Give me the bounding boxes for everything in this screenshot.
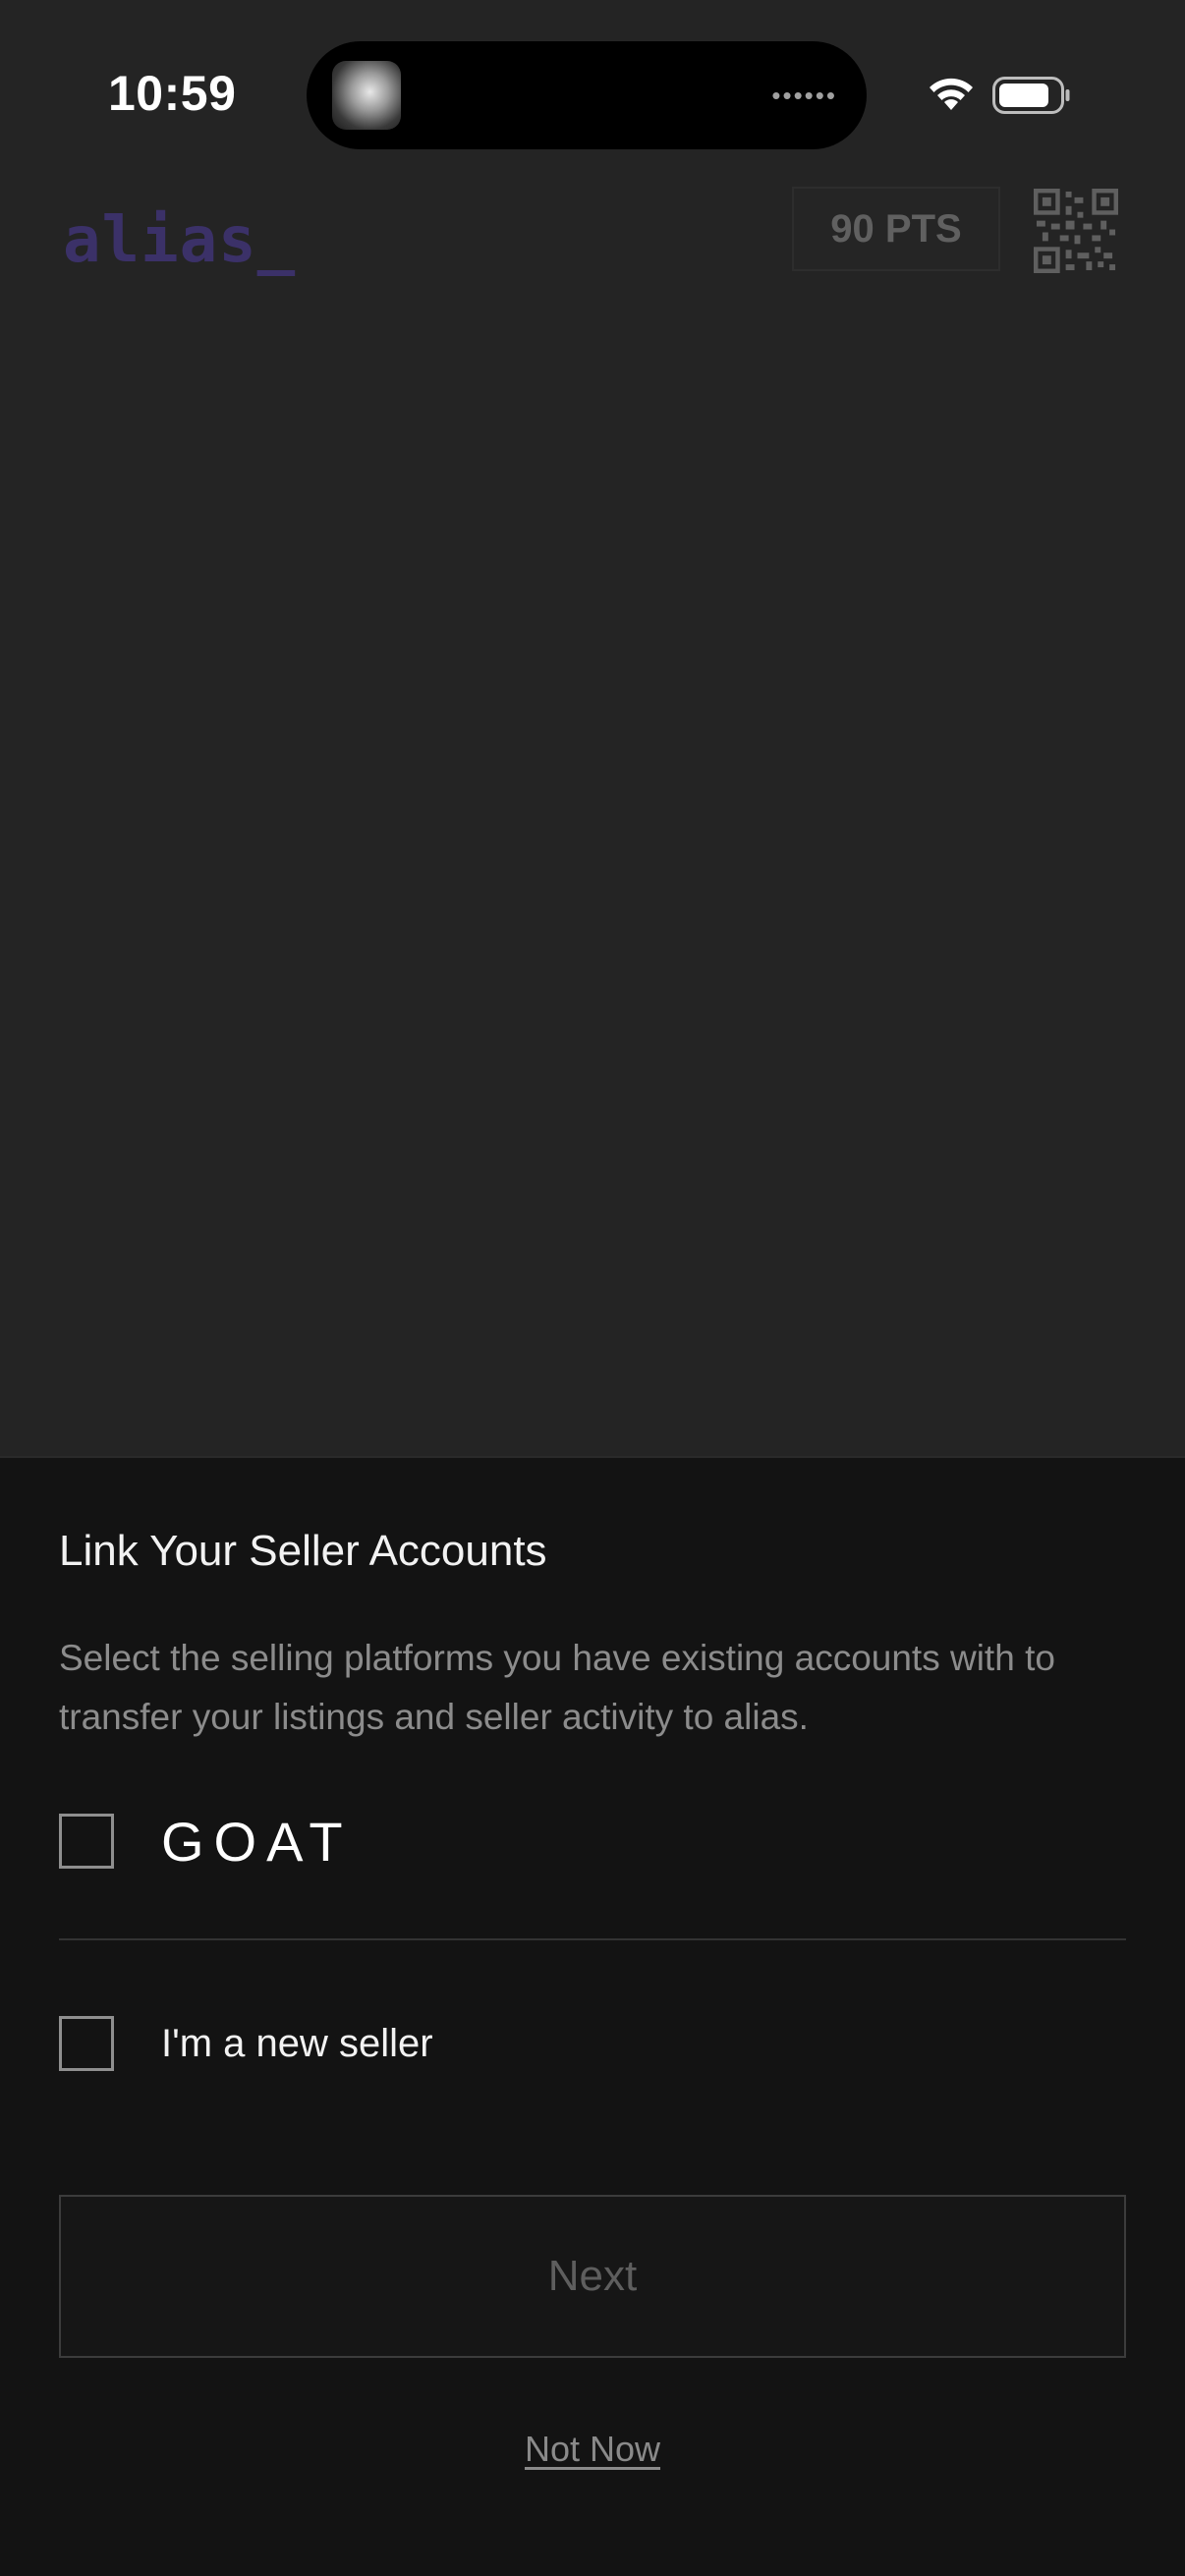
sheet-title: Link Your Seller Accounts bbox=[59, 1527, 547, 1575]
sheet-description: Select the selling platforms you have ex… bbox=[59, 1638, 1055, 1737]
points-badge[interactable]: 90 PTS bbox=[792, 187, 1000, 271]
status-bar: 10:59 •••••• bbox=[0, 0, 1185, 177]
not-now-link[interactable]: Not Now bbox=[0, 2429, 1185, 2470]
battery-icon bbox=[992, 77, 1070, 114]
qr-code-icon[interactable] bbox=[1034, 189, 1118, 273]
now-playing-artwork bbox=[332, 61, 401, 130]
alias-logo: alias_ bbox=[63, 204, 297, 277]
divider bbox=[59, 1938, 1126, 1940]
status-time: 10:59 bbox=[108, 66, 237, 121]
goat-checkbox[interactable] bbox=[59, 1814, 114, 1869]
wifi-icon bbox=[930, 78, 973, 110]
new-seller-checkbox[interactable] bbox=[59, 2016, 114, 2071]
app-screen: alias_ 90 PTS 10:59 •••••• Link Your Sel… bbox=[0, 0, 1185, 2576]
dynamic-island[interactable]: •••••• bbox=[307, 41, 867, 149]
goat-option[interactable]: GOAT bbox=[59, 1802, 1126, 1880]
next-button[interactable]: Next bbox=[59, 2195, 1126, 2358]
new-seller-label: I'm a new seller bbox=[161, 2021, 433, 2065]
audio-indicator: •••••• bbox=[771, 81, 837, 110]
link-seller-accounts-sheet: Link Your Seller Accounts Select the sel… bbox=[0, 1456, 1185, 2576]
new-seller-option[interactable]: I'm a new seller bbox=[59, 2004, 1126, 2083]
goat-label: GOAT bbox=[161, 1810, 353, 1873]
